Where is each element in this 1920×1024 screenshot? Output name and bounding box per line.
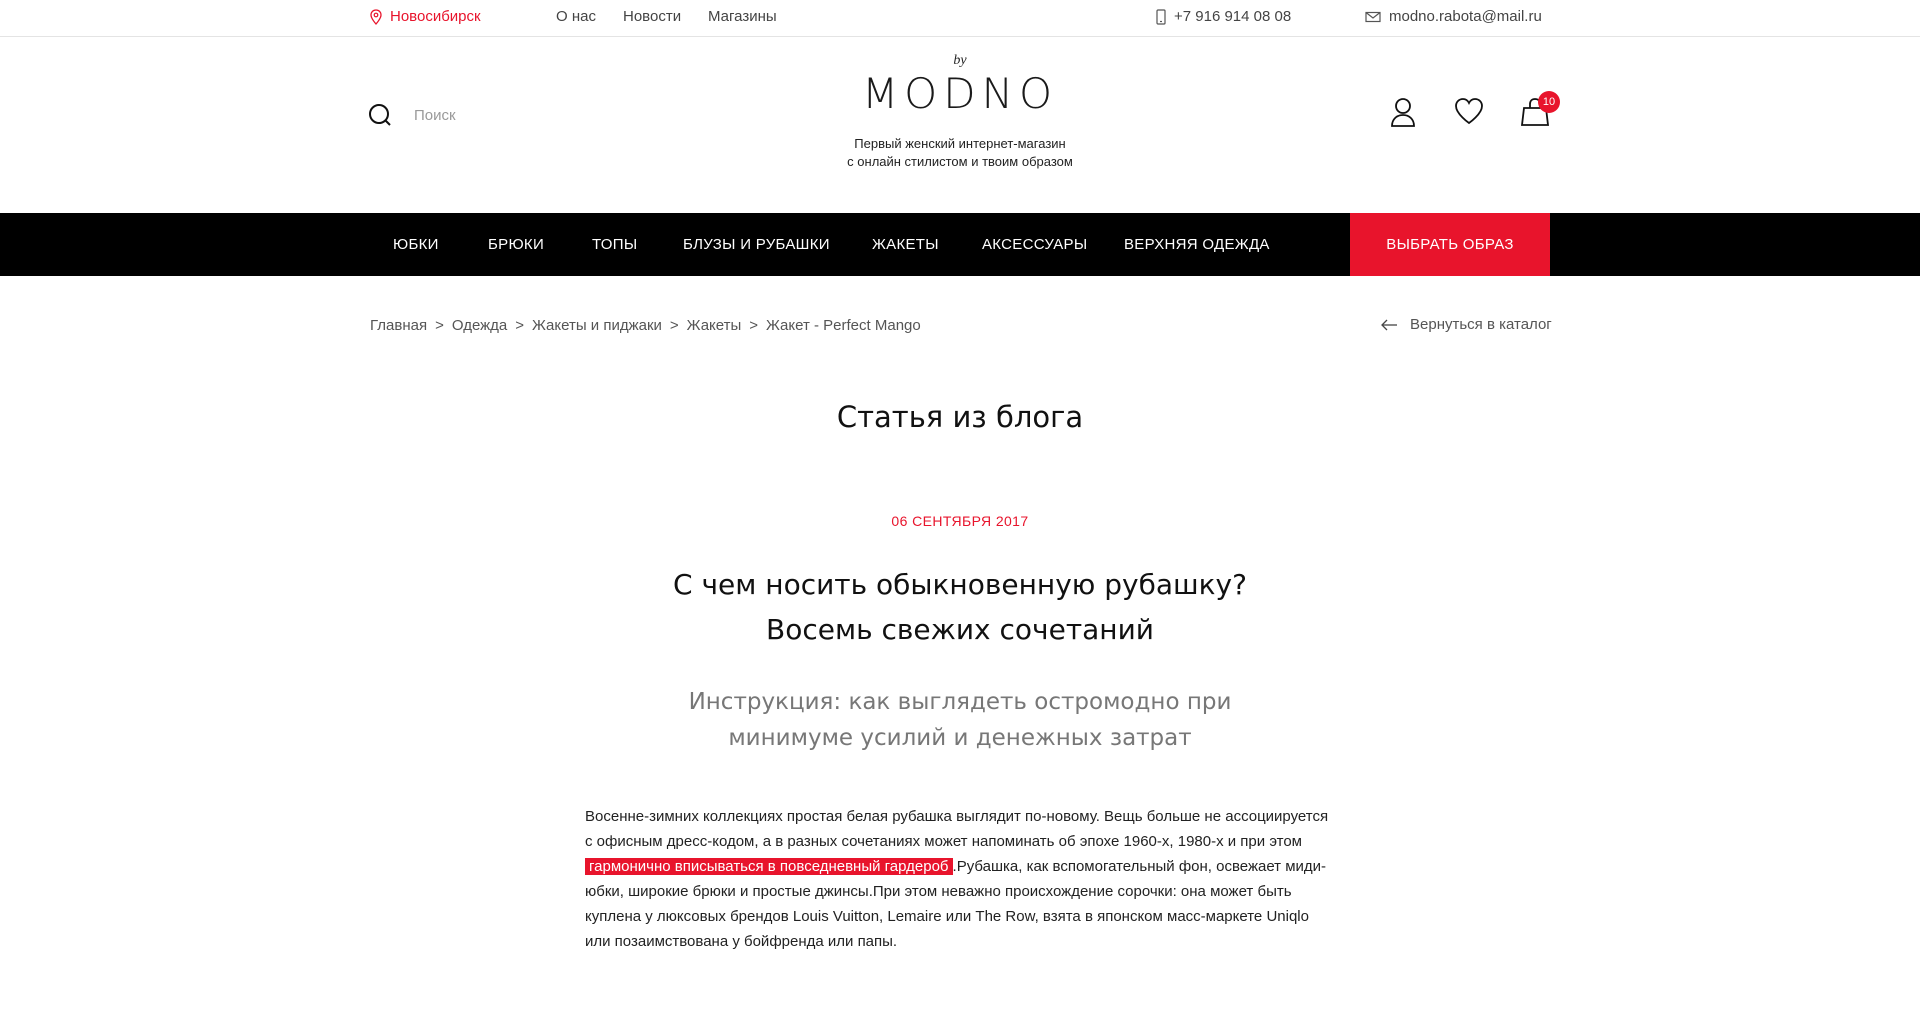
breadcrumb-current: Жакет - Perfect Mango	[766, 317, 921, 334]
breadcrumb-separator: >	[749, 317, 759, 334]
article-text-part-1: Восенне-зимних коллекциях простая белая …	[585, 808, 1329, 850]
logo[interactable]: by MODNO Первый женский интернет-магазин…	[760, 53, 1160, 171]
phone-label: +7 916 914 08 08	[1174, 8, 1292, 25]
page-title: Статья из блога	[836, 400, 1084, 434]
nav-item-trousers[interactable]: БРЮКИ	[488, 213, 544, 276]
nav-item-outerwear[interactable]: ВЕРХНЯЯ ОДЕЖДА	[1124, 213, 1270, 276]
nav-item-accessories[interactable]: АКСЕССУАРЫ	[982, 213, 1087, 276]
breadcrumb-separator: >	[515, 317, 525, 334]
nav-item-blouses[interactable]: БЛУЗЫ И РУБАШКИ	[683, 213, 830, 276]
top-link-news[interactable]: Новости	[623, 8, 681, 25]
nav-item-skirts[interactable]: ЮБКИ	[393, 213, 439, 276]
breadcrumb-jackets[interactable]: Жакеты	[687, 317, 742, 334]
article-title: С чем носить обыкновенную рубашку? Восем…	[560, 562, 1360, 652]
search-input[interactable]: Поиск	[414, 107, 456, 124]
nav-item-jackets[interactable]: ЖАКЕТЫ	[872, 213, 939, 276]
search-icon[interactable]	[368, 103, 392, 127]
email-link[interactable]: modno.rabota@mail.ru	[1365, 8, 1542, 25]
tagline-line-2: с онлайн стилистом и твоим образом	[847, 154, 1073, 169]
envelope-icon	[1365, 11, 1381, 22]
city-label: Новосибирск	[390, 8, 481, 25]
cart-count-badge: 10	[1538, 91, 1560, 113]
breadcrumb-separator: >	[435, 317, 444, 334]
breadcrumb-separator: >	[669, 317, 679, 334]
phone-icon	[1156, 8, 1166, 25]
back-label: Вернуться в каталог	[1410, 316, 1552, 333]
user-icon[interactable]	[1390, 97, 1416, 127]
article-subtitle-line-1: Инструкция: как выглядеть остромодно при	[688, 689, 1232, 715]
heart-icon[interactable]	[1454, 97, 1484, 125]
back-to-catalog-link[interactable]: Вернуться в каталог	[1380, 316, 1552, 333]
tagline-line-1: Первый женский интернет-магазин	[854, 136, 1066, 151]
breadcrumb-home[interactable]: Главная	[370, 317, 427, 334]
breadcrumb-clothes[interactable]: Одежда	[452, 317, 507, 334]
location-pin-icon	[370, 8, 382, 25]
breadcrumb-jackets-blazers[interactable]: Жакеты и пиджаки	[532, 317, 662, 334]
article-title-line-1: С чем носить обыкновенную рубашку?	[673, 568, 1247, 601]
article-subtitle: Инструкция: как выглядеть остромодно при…	[580, 684, 1340, 756]
logo-by: by	[953, 53, 967, 68]
article-highlight: гармонично вписываться в повседневный га…	[585, 858, 953, 875]
main-navigation: ЮБКИ БРЮКИ ТОПЫ БЛУЗЫ И РУБАШКИ ЖАКЕТЫ А…	[0, 213, 1920, 276]
article-body: Восенне-зимних коллекциях простая белая …	[585, 804, 1335, 954]
breadcrumb: Главная > Одежда > Жакеты и пиджаки > Жа…	[370, 317, 921, 334]
logo-text: MODNO	[861, 69, 1059, 118]
article-subtitle-line-2: минимуме усилий и денежных затрат	[728, 725, 1192, 751]
phone-link[interactable]: +7 916 914 08 08	[1156, 8, 1291, 25]
arrow-left-icon	[1381, 319, 1397, 330]
email-label: modno.rabota@mail.ru	[1389, 8, 1542, 25]
choose-look-button[interactable]: ВЫБРАТЬ ОБРАЗ	[1350, 213, 1550, 276]
search-box[interactable]: Поиск	[368, 103, 456, 127]
nav-item-tops[interactable]: ТОПЫ	[592, 213, 637, 276]
top-link-about[interactable]: О нас	[556, 8, 596, 25]
top-link-stores[interactable]: Магазины	[708, 8, 777, 25]
site-header: Поиск by MODNO Первый женский интернет-м…	[0, 37, 1920, 213]
article-date: 06 СЕНТЯБРЯ 2017	[891, 513, 1029, 529]
article-title-line-2: Восемь свежих сочетаний	[766, 613, 1154, 646]
city-selector[interactable]: Новосибирск	[370, 8, 481, 25]
top-bar: Новосибирск О нас Новости Магазины +7 91…	[0, 0, 1920, 37]
